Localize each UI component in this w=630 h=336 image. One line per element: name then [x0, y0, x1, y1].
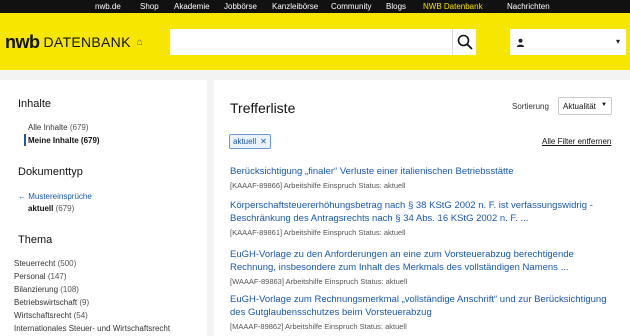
nav-item-nachrichten[interactable]: Nachrichten	[507, 1, 550, 12]
chevron-down-icon: ▾	[615, 37, 620, 46]
top-navigation: nwb.de Shop Akademie Jobbörse Kanzleibör…	[0, 0, 630, 13]
search-icon	[457, 34, 472, 50]
nav-item-kanzleiboerse[interactable]: Kanzleibörse	[272, 1, 318, 12]
result-meta: [KAAAF-89866] Arbeitshilfe Einspruch Sta…	[230, 181, 406, 190]
result-item: EuGH-Vorlage zu den Anforderungen an ein…	[230, 248, 620, 287]
filter-item-count: (679)	[55, 204, 75, 213]
close-icon[interactable]: ✕	[260, 137, 267, 146]
result-item: Körperschaftsteuererhöhungsbetrag nach §…	[230, 199, 620, 238]
filter-item-label: Wirtschaftsrecht	[14, 311, 72, 320]
logo-nwb: nwb	[5, 31, 40, 52]
filter-item-label: Betriebswirtschaft	[14, 298, 78, 307]
nav-item-community[interactable]: Community	[331, 1, 371, 12]
nav-item-nwb-de[interactable]: nwb.de	[95, 1, 121, 12]
filter-item-aktuell[interactable]: aktuell (679)	[28, 204, 74, 213]
account-menu-button[interactable]: ▾	[510, 29, 626, 55]
active-filter-chip[interactable]: aktuell ✕	[229, 134, 271, 149]
filter-item-label: Personal	[14, 272, 46, 281]
nav-item-jobboerse[interactable]: Jobbörse	[224, 1, 257, 12]
search-button[interactable]	[452, 29, 476, 55]
filter-sidebar: Inhalte Alle Inhalte (679) Meine Inhalte…	[0, 80, 207, 336]
filter-item-count: (500)	[57, 259, 77, 268]
sort-select-value: Aktualität	[563, 101, 596, 111]
filter-item-meine-inhalte[interactable]: Meine Inhalte (679)	[28, 136, 100, 145]
page-title: Trefferliste	[230, 100, 296, 116]
filter-item-internationales-steuerrecht[interactable]: Internationales Steuer- und Wirtschaftsr…	[14, 324, 170, 333]
filter-item-label: Internationales Steuer- und Wirtschaftsr…	[14, 324, 171, 333]
result-item: Berücksichtigung „finaler“ Verluste eine…	[230, 165, 620, 191]
filter-heading-thema: Thema	[18, 234, 53, 246]
sort-label: Sortierung	[512, 102, 549, 111]
header: nwb DATENBANK ⌂ ▾	[0, 13, 630, 70]
filter-item-label: Steuerrecht	[14, 259, 56, 268]
filter-item-count: (54)	[73, 311, 88, 320]
filter-item-label: Meine Inhalte	[28, 136, 79, 145]
logo[interactable]: nwb DATENBANK ⌂	[5, 30, 143, 54]
filter-item-wirtschaftsrecht[interactable]: Wirtschaftsrecht (54)	[14, 311, 88, 320]
filter-item-count: (9)	[79, 298, 90, 307]
filter-item-count: (108)	[60, 285, 79, 294]
filter-heading-dokumenttyp: Dokumenttyp	[18, 166, 83, 178]
filter-item-label: Alle Inhalte	[28, 123, 68, 132]
filter-item-betriebswirtschaft[interactable]: Betriebswirtschaft (9)	[14, 298, 89, 307]
nav-item-akademie[interactable]: Akademie	[174, 1, 210, 12]
filter-item-steuerrecht[interactable]: Steuerrecht (500)	[14, 259, 76, 268]
result-item: EuGH-Vorlage zum Rechnungsmerkmal „volls…	[230, 293, 620, 332]
nav-item-nwb-datenbank[interactable]: NWB Datenbank	[423, 1, 483, 12]
sort-select[interactable]: Aktualität ▼	[558, 97, 612, 115]
filter-item-label: aktuell	[28, 204, 54, 213]
filter-item-count: (147)	[47, 272, 67, 281]
home-icon[interactable]: ⌂	[137, 37, 143, 48]
caret-down-icon: ▼	[601, 102, 607, 108]
selected-marker	[24, 134, 26, 146]
result-title-link[interactable]: EuGH-Vorlage zum Rechnungsmerkmal „volls…	[230, 293, 620, 319]
results-panel: Trefferliste Sortierung Aktualität ▼ akt…	[214, 80, 630, 336]
filter-back-mustereinsprueche[interactable]: ← Mustereinsprüche	[18, 192, 92, 201]
filter-item-count: (679)	[69, 123, 89, 132]
filter-item-count: (679)	[80, 136, 100, 145]
filter-item-bilanzierung[interactable]: Bilanzierung (108)	[14, 285, 79, 294]
filter-item-personal[interactable]: Personal (147)	[14, 272, 67, 281]
result-title-link[interactable]: EuGH-Vorlage zu den Anforderungen an ein…	[230, 248, 620, 274]
nav-item-shop[interactable]: Shop	[140, 1, 159, 12]
filter-chip-label: aktuell	[233, 137, 257, 146]
result-meta: [WAAAF-89863] Arbeitshilfe Einspruch Sta…	[230, 277, 408, 286]
filter-item-label: Bilanzierung	[14, 285, 59, 294]
nav-item-blogs[interactable]: Blogs	[386, 1, 406, 12]
user-icon	[516, 38, 525, 47]
filter-item-alle-inhalte[interactable]: Alle Inhalte (679)	[28, 123, 89, 132]
logo-datenbank: DATENBANK	[43, 34, 131, 50]
result-title-link[interactable]: Berücksichtigung „finaler“ Verluste eine…	[230, 165, 620, 178]
result-meta: [KAAAF-89861] Arbeitshilfe Einspruch Sta…	[230, 228, 406, 237]
clear-filters-link[interactable]: Alle Filter entfernen	[542, 137, 611, 146]
result-meta: [MAAAF-89862] Arbeitshilfe Einspruch Sta…	[230, 322, 407, 331]
search-input[interactable]	[170, 29, 452, 55]
filter-heading-inhalte: Inhalte	[18, 98, 52, 110]
result-title-link[interactable]: Körperschaftsteuererhöhungsbetrag nach §…	[230, 199, 620, 225]
